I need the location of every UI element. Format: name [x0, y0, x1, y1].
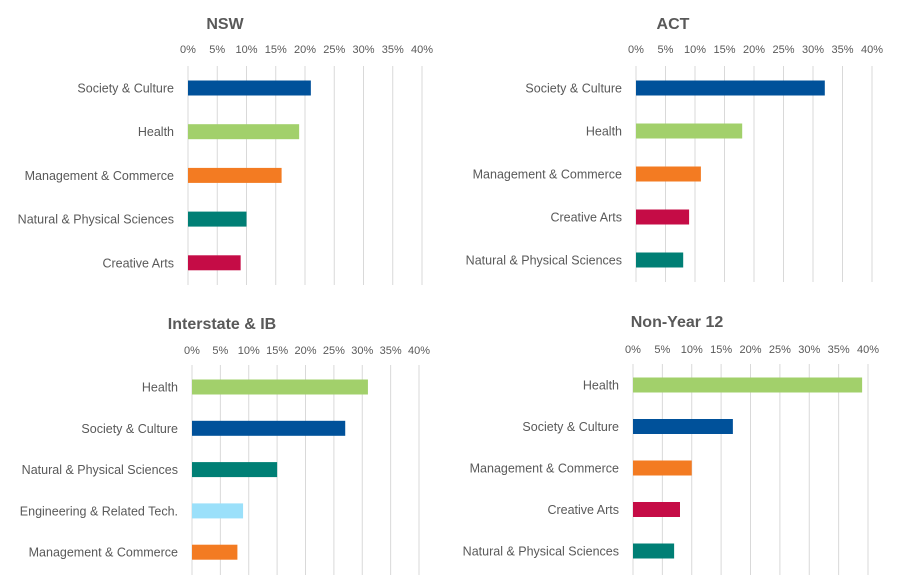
bar — [192, 503, 244, 519]
bar — [633, 419, 733, 434]
x-tick-label: 15% — [266, 345, 288, 357]
x-tick-label: 10% — [235, 44, 257, 56]
x-tick-label: 5% — [209, 44, 225, 56]
bar — [636, 209, 690, 225]
bar — [192, 420, 346, 436]
category-label: Natural & Physical Sciences — [463, 545, 619, 559]
x-tick-label: 25% — [323, 345, 345, 357]
bar — [188, 211, 247, 227]
x-tick-label: 15% — [710, 344, 732, 356]
x-tick-label: 40% — [857, 344, 879, 356]
category-label: Natural & Physical Sciences — [466, 254, 622, 268]
x-tick-label: 0% — [628, 44, 644, 56]
category-label: Natural & Physical Sciences — [22, 463, 178, 477]
category-label: Health — [142, 381, 178, 395]
category-label: Creative Arts — [102, 256, 174, 270]
category-label: Society & Culture — [522, 420, 619, 434]
x-tick-label: 30% — [352, 44, 374, 56]
x-tick-label: 20% — [294, 44, 316, 56]
category-label: Health — [586, 125, 622, 139]
x-tick-label: 15% — [265, 44, 287, 56]
category-label: Management & Commerce — [29, 546, 178, 560]
x-tick-label: 0% — [625, 344, 641, 356]
x-tick-label: 35% — [382, 44, 404, 56]
x-tick-label: 5% — [658, 44, 674, 56]
bar — [636, 123, 743, 139]
category-label: Society & Culture — [77, 82, 174, 96]
x-tick-label: 25% — [323, 44, 345, 56]
bar — [188, 124, 300, 140]
chart-svg: ACT 0% 5% 10% 15% 20% 25% 30% 35% 40% Society & Cu… — [466, 16, 883, 282]
x-tick-label: 20% — [743, 44, 765, 56]
bar — [633, 460, 692, 476]
chart-act: ACT 0% 5% 10% 15% 20% 25% 30% 35% 40% Society & Cu… — [440, 0, 897, 290]
chart-title: Non-Year 12 — [631, 314, 724, 331]
x-tick-label: 20% — [294, 345, 316, 357]
category-label: Management & Commerce — [25, 169, 174, 183]
bar — [192, 462, 278, 478]
x-tick-label: 10% — [681, 344, 703, 356]
x-tick-label: 5% — [212, 345, 228, 357]
category-label: Health — [138, 125, 174, 139]
bar — [633, 502, 680, 517]
x-tick-label: 40% — [411, 44, 433, 56]
x-tick-label: 10% — [684, 44, 706, 56]
category-label: Creative Arts — [550, 211, 622, 225]
chart-svg: Interstate & IB 0% 5% 10% 15% 20% 25% 30% 35% 40%… — [20, 316, 430, 575]
category-label: Society & Culture — [525, 82, 622, 96]
x-tick-label: 35% — [828, 344, 850, 356]
chart-title: Interstate & IB — [168, 316, 276, 333]
category-label: Engineering & Related Tech. — [20, 504, 178, 518]
bar — [636, 80, 825, 96]
chart-interstate-ib: Interstate & IB 0% 5% 10% 15% 20% 25% 30% 35% 40%… — [0, 295, 440, 587]
bar — [192, 379, 368, 395]
category-label: Society & Culture — [81, 422, 178, 436]
bar — [188, 167, 282, 183]
chart-svg: Non-Year 12 0% 5% 10% 15% 20% 25% 30% 35% 40% Heal… — [463, 314, 879, 575]
category-label: Creative Arts — [547, 503, 619, 517]
chart-title: ACT — [657, 16, 690, 33]
chart-svg: NSW 0% 5% 10% 15% 20% 25% 30% 35% 40% Society & Cu… — [18, 16, 433, 285]
x-tick-label: 25% — [769, 344, 791, 356]
bar — [633, 543, 675, 559]
category-label: Management & Commerce — [473, 168, 622, 182]
x-tick-label: 25% — [772, 44, 794, 56]
chart-title: NSW — [206, 16, 244, 33]
x-tick-label: 35% — [380, 345, 402, 357]
category-label: Health — [583, 379, 619, 393]
x-tick-label: 5% — [654, 344, 670, 356]
bar — [188, 80, 311, 96]
x-tick-label: 0% — [180, 44, 196, 56]
bar — [636, 166, 701, 182]
x-tick-label: 0% — [184, 345, 200, 357]
x-tick-label: 30% — [351, 345, 373, 357]
bar — [192, 544, 238, 560]
category-label: Natural & Physical Sciences — [18, 213, 174, 227]
chart-non-year-12: Non-Year 12 0% 5% 10% 15% 20% 25% 30% 35% 40% Heal… — [440, 295, 897, 587]
chart-nsw: NSW 0% 5% 10% 15% 20% 25% 30% 35% 40% Society & Cu… — [0, 0, 440, 290]
x-tick-label: 40% — [408, 345, 430, 357]
x-tick-label: 30% — [798, 344, 820, 356]
x-tick-label: 35% — [831, 44, 853, 56]
x-tick-label: 40% — [861, 44, 883, 56]
bar — [636, 252, 684, 268]
x-tick-label: 20% — [739, 344, 761, 356]
x-tick-label: 15% — [713, 44, 735, 56]
x-tick-label: 30% — [802, 44, 824, 56]
category-label: Management & Commerce — [470, 462, 619, 476]
bar — [633, 377, 863, 393]
bar — [188, 255, 241, 271]
x-tick-label: 10% — [238, 345, 260, 357]
